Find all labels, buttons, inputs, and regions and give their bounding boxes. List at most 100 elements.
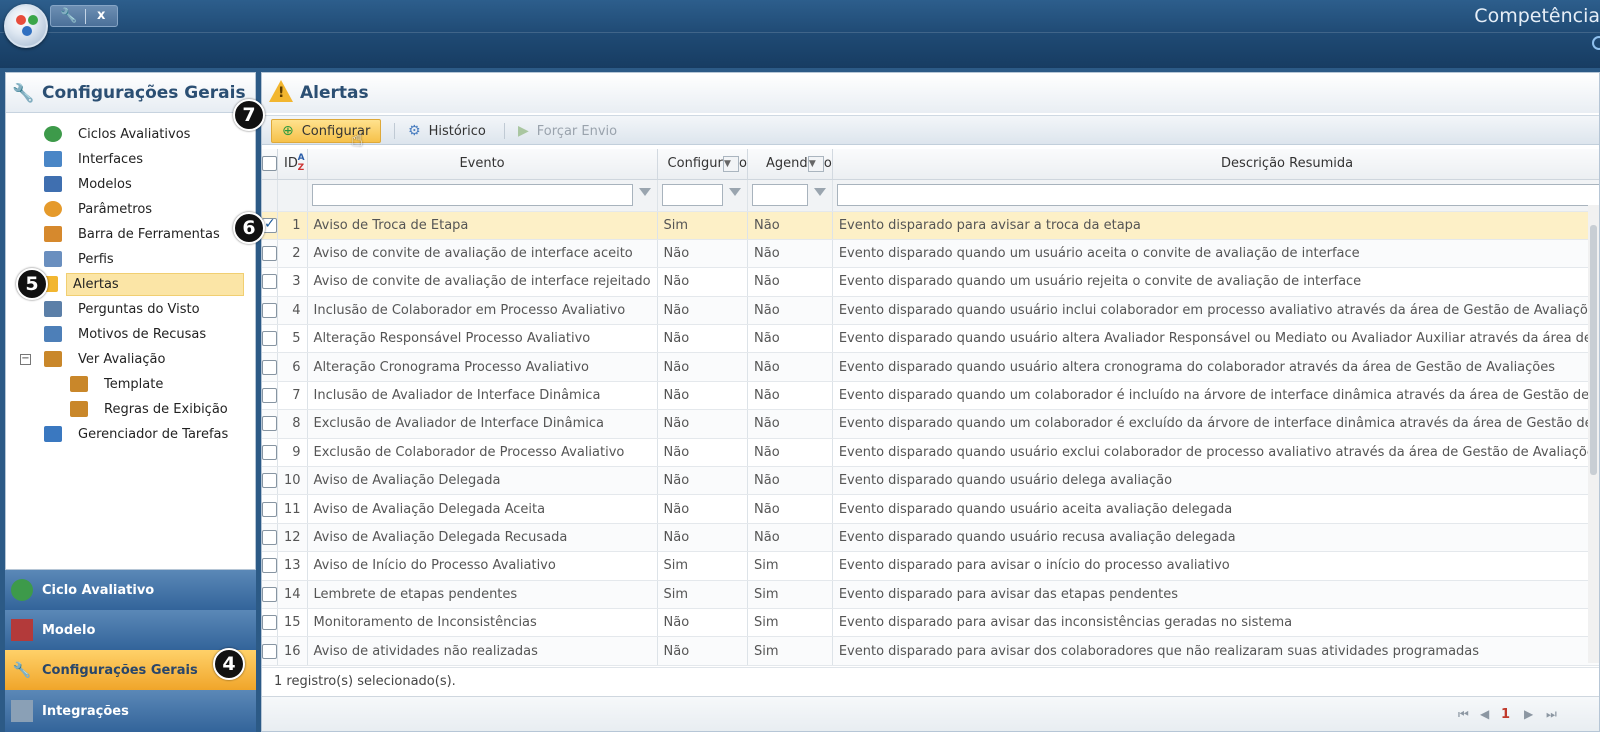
sidebar-item-perguntas-do-visto[interactable]: Perguntas do Visto <box>44 297 200 321</box>
table-row[interactable]: 7 Inclusão de Avaliador de Interface Dinâ… <box>262 381 1599 411</box>
table-row[interactable]: 13 Aviso de Início do Processo Avaliativo… <box>262 551 1599 581</box>
help-circle-icon[interactable] <box>1592 36 1600 50</box>
cell-id: 5 <box>277 324 308 354</box>
filter-descricao-input[interactable] <box>836 184 1599 206</box>
filter-configurado-input[interactable] <box>661 184 724 206</box>
clipboard-icon <box>44 351 62 367</box>
sidebar-item-label: Gerenciador de Tarefas <box>78 426 229 442</box>
row-checkbox[interactable] <box>262 416 277 432</box>
table-row[interactable]: 12 Aviso de Avaliação Delegada Recusada Nã… <box>262 523 1599 553</box>
cell-configurado: Não <box>657 381 749 411</box>
row-checkbox[interactable] <box>262 302 277 318</box>
row-checkbox[interactable] <box>262 331 277 347</box>
cell-descricao: Evento disparado quando um colaborador é… <box>832 409 1599 439</box>
sidebar-item-barra-de-ferramentas[interactable]: Barra de Ferramentas <box>44 222 220 246</box>
row-checkbox[interactable] <box>262 274 277 290</box>
table-row[interactable]: 3 Aviso de convite de avaliação de interf… <box>262 267 1599 297</box>
row-checkbox[interactable] <box>262 615 277 631</box>
sidebar-item-gerenciador-de-tarefas[interactable]: Gerenciador de Tarefas <box>44 422 228 446</box>
vertical-scrollbar[interactable] <box>1588 205 1599 663</box>
table-row[interactable]: 8 Exclusão de Avaliador de Interface Dinâ… <box>262 409 1599 439</box>
cell-agendado: Sim <box>747 608 833 638</box>
sidebar-item-motivos-de-recusas[interactable]: Motivos de Recusas <box>44 322 206 346</box>
column-dropdown-icon[interactable]: ▼ <box>807 156 824 172</box>
cell-descricao: Evento disparado quando usuário delega a… <box>832 466 1599 496</box>
filter-evento-input[interactable] <box>311 184 633 206</box>
filter-cell-configurado <box>657 179 749 212</box>
first-page-icon[interactable]: ⏮ <box>1458 707 1469 722</box>
collapse-toggle[interactable]: − <box>20 354 31 365</box>
table-row[interactable]: 10 Aviso de Avaliação Delegada Não Não Event… <box>262 466 1599 496</box>
row-checkbox[interactable] <box>262 444 277 460</box>
row-checkbox[interactable] <box>262 643 277 659</box>
filter-cell-descricao <box>832 179 1599 212</box>
column-header-evento[interactable]: Evento <box>307 149 658 180</box>
cell-configurado: Não <box>657 466 749 496</box>
cell-evento: Alteração Responsável Processo Avaliativ… <box>307 324 658 354</box>
table-row[interactable]: 6 Alteração Cronograma Processo Avaliativ… <box>262 352 1599 382</box>
sidebar-item-modelos[interactable]: Modelos <box>44 172 132 196</box>
table-row[interactable]: 5 Alteração Responsável Processo Avaliati… <box>262 324 1599 354</box>
sidebar-item-perfis[interactable]: Perfis <box>44 247 114 271</box>
sidebar-item-regras-de-exibicao[interactable]: Regras de Exibição <box>70 397 228 421</box>
row-checkbox[interactable] <box>262 586 277 602</box>
cell-configurado: Sim <box>657 211 749 240</box>
tools-tab[interactable]: 🔧 x <box>50 5 118 27</box>
sidebar-item-interfaces[interactable]: Interfaces <box>44 147 143 171</box>
configurar-button[interactable]: ⊕ Configurar <box>271 119 382 143</box>
app-logo[interactable] <box>4 4 48 48</box>
forcar-envio-button[interactable]: ▶ Forçar Envio <box>508 119 627 143</box>
cell-evento: Aviso de Início do Processo Avaliativo <box>307 551 658 581</box>
current-page[interactable]: 1 <box>1501 707 1510 722</box>
grid-body: 1Aviso de Troca de EtapaSimNãoEvento dis… <box>262 179 1599 666</box>
filter-agendado-input[interactable] <box>752 184 808 206</box>
add-circle-icon: ⊕ <box>282 123 294 139</box>
table-row[interactable]: 4 Inclusão de Colaborador em Processo Ava… <box>262 296 1599 326</box>
column-header-descricao[interactable]: Descrição Resumida <box>832 149 1599 180</box>
sidebar-item-ciclos-avaliativos[interactable]: Ciclos Avaliativos <box>44 122 190 146</box>
table-row[interactable]: 14 Lembrete de etapas pendentes Sim Sim Even… <box>262 580 1599 609</box>
cell-evento: Alteração Cronograma Processo Avaliativo <box>307 352 658 382</box>
row-checkbox[interactable] <box>262 558 277 574</box>
cycle-icon <box>11 579 33 601</box>
column-dropdown-icon[interactable]: ▼ <box>723 156 740 172</box>
filter-icon[interactable] <box>638 187 651 196</box>
scrollbar-thumb[interactable] <box>1590 225 1597 475</box>
table-row[interactable]: 16 Aviso de atividades não realizadas Não S… <box>262 636 1599 666</box>
table-row[interactable]: 2 Aviso de convite de avaliação de interf… <box>262 239 1599 269</box>
sidebar-item-ver-avaliacao[interactable]: Ver Avaliação <box>44 347 165 371</box>
select-all-header[interactable] <box>262 149 278 180</box>
select-all-checkbox[interactable] <box>262 156 277 172</box>
cell-evento: Aviso de Avaliação Delegada Recusada <box>307 523 658 553</box>
filter-icon[interactable] <box>813 187 826 196</box>
last-page-icon[interactable]: ⏭ <box>1546 707 1557 722</box>
row-checkbox[interactable] <box>262 501 277 517</box>
column-header-configurado[interactable]: Configurado ▼ <box>657 149 749 180</box>
row-checkbox[interactable] <box>262 388 277 404</box>
row-checkbox[interactable] <box>262 246 277 262</box>
callout-5: 5 <box>16 268 48 300</box>
accordion-integracoes[interactable]: Integrações <box>5 690 256 732</box>
sidebar-item-alertas[interactable]: Alertas <box>44 272 244 296</box>
row-checkbox[interactable] <box>262 359 277 375</box>
history-icon: ⚙ <box>408 123 421 139</box>
table-row[interactable]: 1Aviso de Troca de EtapaSimNãoEvento dis… <box>262 211 1599 240</box>
accordion-modelo[interactable]: Modelo <box>5 610 256 650</box>
filter-icon[interactable] <box>729 187 742 196</box>
sidebar-item-label: Modelos <box>78 176 132 192</box>
column-header-id[interactable]: ID AZ <box>277 149 308 180</box>
sidebar-item-template[interactable]: Template <box>70 372 163 396</box>
accordion-ciclo-avaliativo[interactable]: Ciclo Avaliativo <box>5 570 256 610</box>
next-page-icon[interactable]: ▶ <box>1524 707 1533 721</box>
sidebar-item-parametros[interactable]: Parâmetros <box>44 197 152 221</box>
row-checkbox[interactable] <box>262 473 277 489</box>
historico-button[interactable]: ⚙ Histórico <box>398 119 496 143</box>
sort-az-icon[interactable]: AZ <box>298 153 305 173</box>
column-header-agendado[interactable]: Agendado ▼ <box>747 149 833 180</box>
table-row[interactable]: 15 Monitoramento de Inconsistências Não Sim… <box>262 608 1599 638</box>
close-tab-button[interactable]: x <box>97 8 105 23</box>
row-checkbox[interactable] <box>262 529 277 545</box>
table-row[interactable]: 11 Aviso de Avaliação Delegada Aceita Não N… <box>262 494 1599 524</box>
prev-page-icon[interactable]: ◀ <box>1480 707 1489 721</box>
table-row[interactable]: 9 Exclusão de Colaborador de Processo Ava… <box>262 438 1599 468</box>
